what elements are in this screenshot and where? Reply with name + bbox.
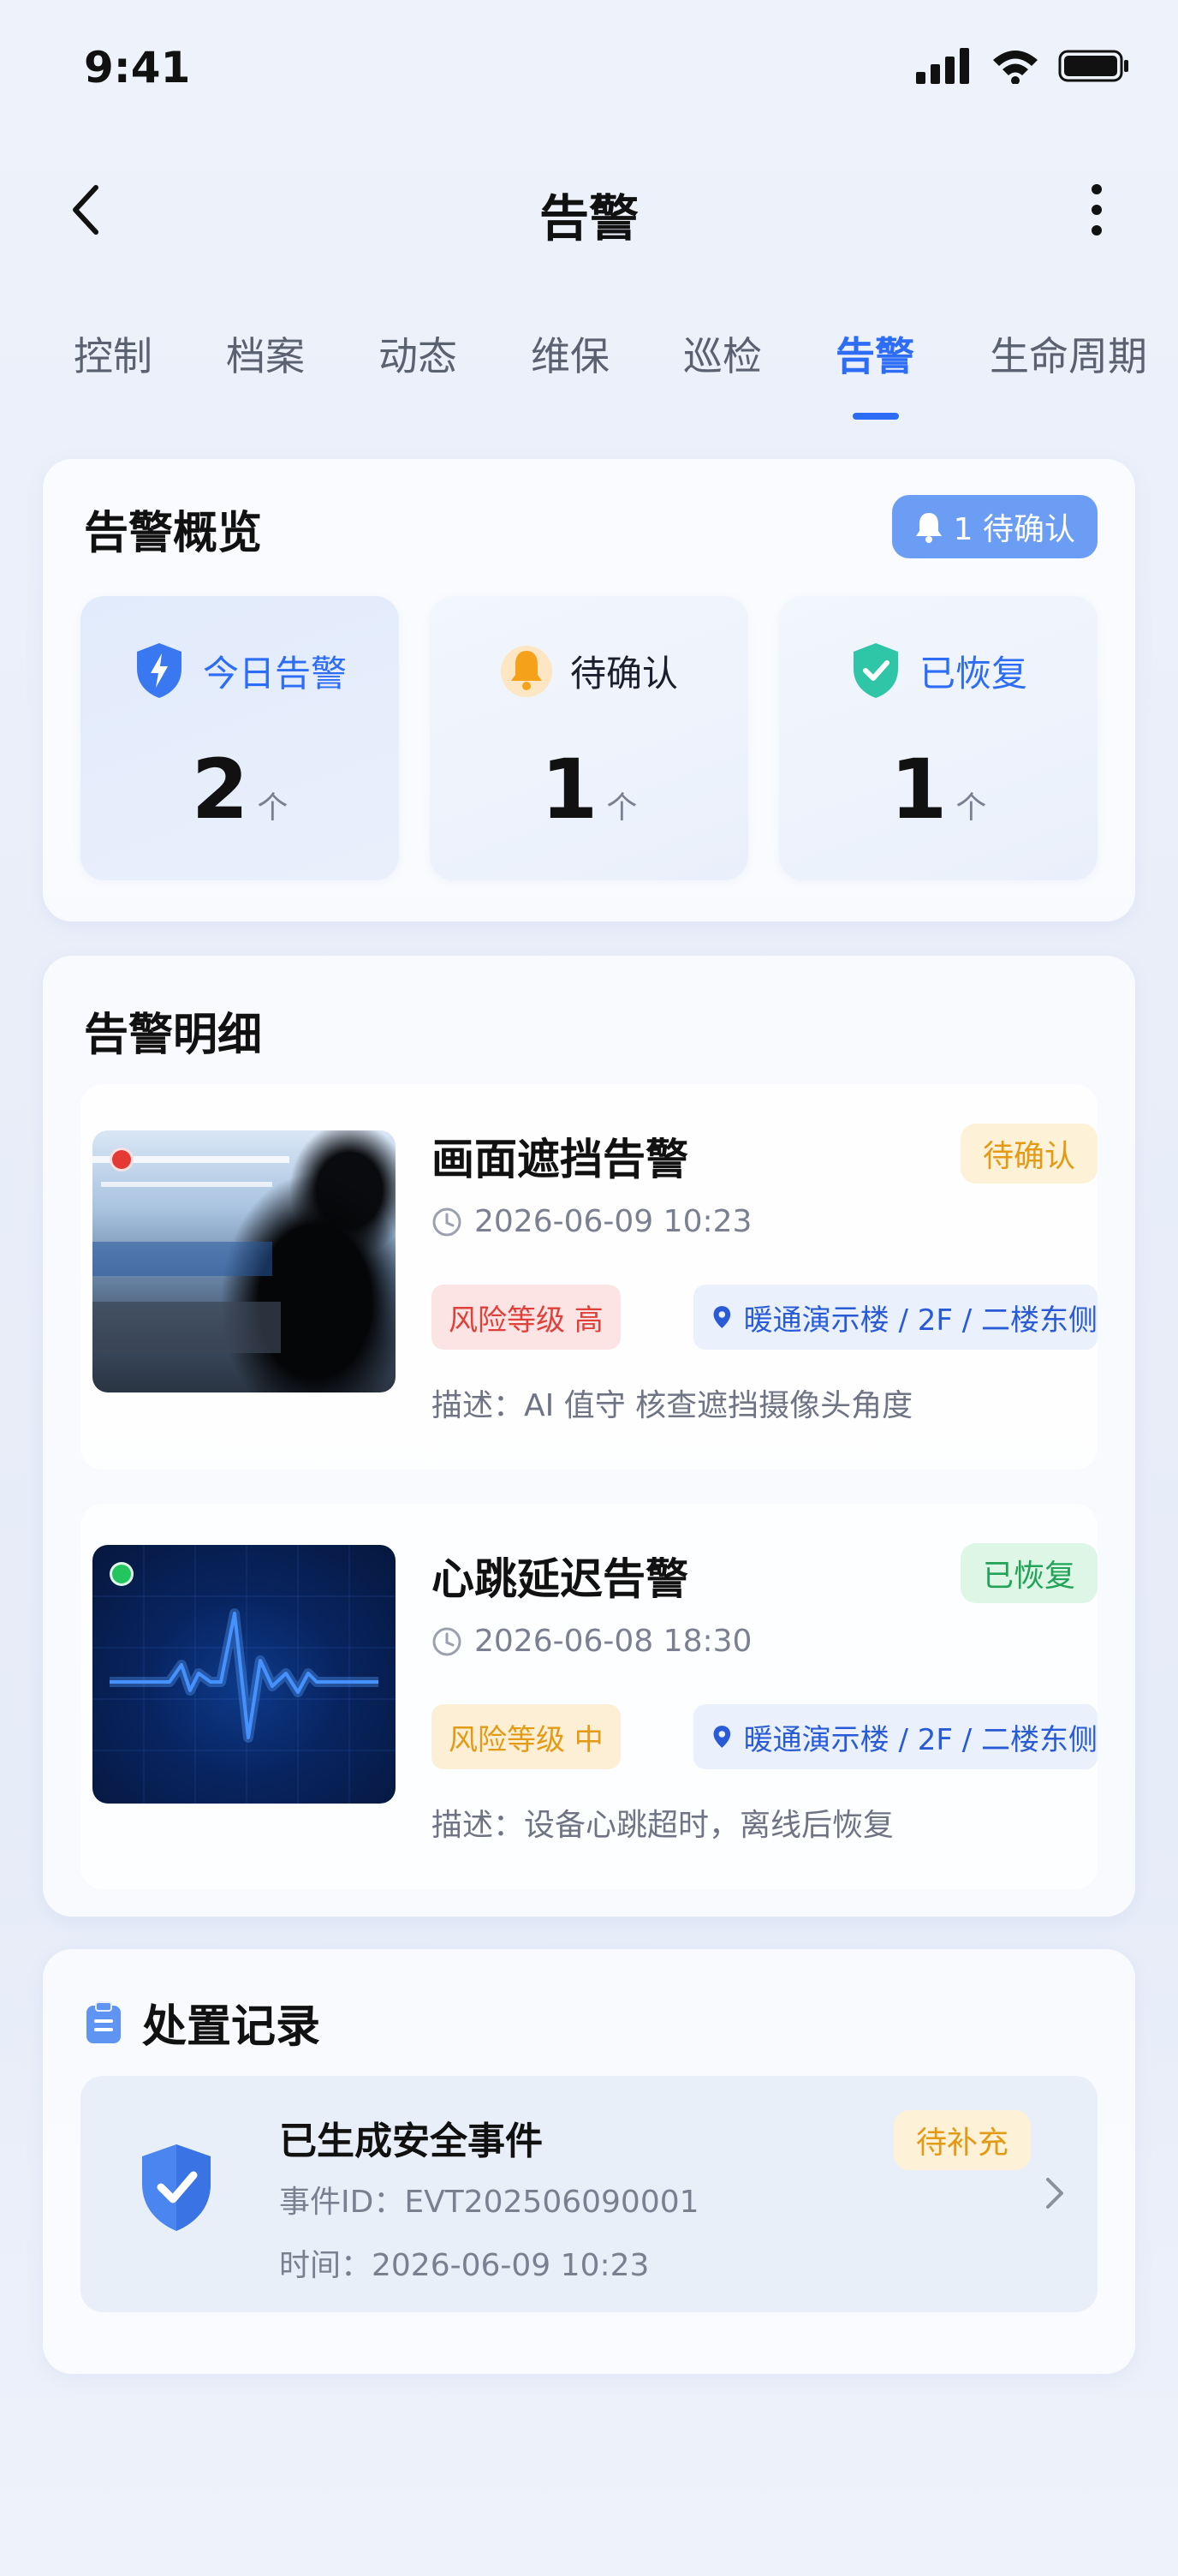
tab-archive[interactable]: 档案 bbox=[226, 325, 305, 382]
wifi-icon bbox=[993, 51, 1038, 84]
location-text: 暖通演示楼 / 2F / 二楼东侧 bbox=[743, 1722, 1098, 1757]
status-dot bbox=[110, 1148, 134, 1172]
clock-icon bbox=[432, 1208, 461, 1236]
location-tag[interactable]: 暖通演示楼 / 2F / 二楼东侧 bbox=[693, 1704, 1098, 1769]
shield-bolt-icon bbox=[136, 643, 181, 698]
alert-description: 描述：设备心跳超时，离线后恢复 bbox=[431, 1808, 895, 1843]
records-header: 处置记录 bbox=[84, 1990, 320, 2054]
stat-label: 今日告警 bbox=[202, 652, 347, 695]
overview-title: 告警概览 bbox=[84, 508, 263, 559]
status-time: 9:41 bbox=[84, 43, 191, 92]
more-dot-icon bbox=[1092, 205, 1102, 215]
shield-check-icon bbox=[142, 2144, 211, 2231]
tab-inspection[interactable]: 巡检 bbox=[683, 325, 762, 382]
risk-level-badge: 风险等级 高 bbox=[431, 1285, 621, 1350]
bell-icon bbox=[500, 646, 552, 697]
tab-lifecycle[interactable]: 生命周期 bbox=[990, 325, 1147, 382]
pending-pill-label: 1 待确认 bbox=[953, 512, 1075, 547]
more-options-button[interactable] bbox=[1084, 180, 1110, 240]
stat-number: 1 bbox=[889, 742, 948, 838]
record-name: 已生成安全事件 bbox=[279, 2120, 543, 2163]
record-list-item[interactable]: 已生成安全事件 待补充 事件ID：EVT202506090001 时间：2026… bbox=[80, 2076, 1098, 2312]
location-tag[interactable]: 暖通演示楼 / 2F / 二楼东侧 bbox=[693, 1285, 1098, 1350]
stat-label: 待确认 bbox=[569, 652, 678, 695]
alert-list-item[interactable]: 画面遮挡告警 待确认 2026-06-09 10:23 风险等级 高 暖通演示楼… bbox=[80, 1084, 1098, 1470]
heartbeat-waveform-image bbox=[92, 1545, 396, 1804]
nav-bar: 告警 bbox=[0, 163, 1178, 257]
stat-number: 2 bbox=[191, 742, 249, 838]
clipboard-icon bbox=[86, 2001, 121, 2043]
pending-confirm-pill[interactable]: 1 待确认 bbox=[891, 495, 1098, 558]
more-dot-icon bbox=[1092, 225, 1102, 236]
alert-overview-card: 告警概览 1 待确认 今日告警 2个 待确认 1 个 已恢复 1 个 bbox=[43, 459, 1135, 921]
clock-icon bbox=[432, 1627, 461, 1655]
stat-today-alerts[interactable]: 今日告警 2个 bbox=[80, 596, 399, 880]
stat-value: 2个 bbox=[80, 742, 399, 838]
location-pin-icon bbox=[713, 1726, 731, 1748]
stat-label: 已恢复 bbox=[919, 652, 1027, 695]
records-title: 处置记录 bbox=[142, 2001, 321, 2053]
battery-icon bbox=[1058, 50, 1128, 82]
tab-dynamic[interactable]: 动态 bbox=[378, 325, 457, 382]
page-title: 告警 bbox=[538, 189, 639, 247]
tab-alerts[interactable]: 告警 bbox=[836, 325, 914, 382]
stat-value: 1个 bbox=[430, 742, 748, 838]
location-text: 暖通演示楼 / 2F / 二楼东侧 bbox=[743, 1303, 1098, 1338]
stat-unit: 个 bbox=[606, 790, 638, 826]
chevron-right-icon bbox=[1038, 2172, 1072, 2215]
stat-unit: 个 bbox=[257, 790, 289, 826]
alert-description: 描述：AI 值守 核查遮挡摄像头角度 bbox=[431, 1388, 913, 1423]
status-badge: 已恢复 bbox=[960, 1543, 1098, 1603]
cellular-signal-icon bbox=[916, 48, 969, 84]
disposal-records-card: 处置记录 已生成安全事件 待补充 事件ID：EVT202506090001 时间… bbox=[43, 1949, 1135, 2374]
status-dot bbox=[110, 1562, 134, 1586]
status-bar: 9:41 bbox=[0, 0, 1178, 137]
record-time: 时间：2026-06-09 10:23 bbox=[279, 2248, 650, 2283]
alert-time: 2026-06-09 10:23 bbox=[431, 1204, 752, 1239]
alert-title: 心跳延迟告警 bbox=[431, 1554, 688, 1604]
alert-time: 2026-06-08 18:30 bbox=[431, 1624, 752, 1659]
status-badge: 待补充 bbox=[894, 2110, 1032, 2170]
tab-maintenance[interactable]: 维保 bbox=[531, 325, 610, 382]
tab-bar: 控制 档案 动态 维保 巡检 告警 生命周期 bbox=[0, 317, 1178, 420]
alert-list-item[interactable]: 心跳延迟告警 已恢复 2026-06-08 18:30 风险等级 中 暖通演示楼… bbox=[80, 1504, 1098, 1889]
stat-number: 1 bbox=[540, 742, 598, 838]
more-dot-icon bbox=[1092, 184, 1102, 194]
stat-pending-confirm[interactable]: 待确认 1个 bbox=[430, 596, 748, 880]
status-icons bbox=[916, 48, 1130, 84]
active-tab-indicator bbox=[853, 413, 899, 420]
alert-time-text: 2026-06-08 18:30 bbox=[474, 1624, 753, 1659]
alert-title: 画面遮挡告警 bbox=[431, 1135, 688, 1184]
bell-icon bbox=[915, 513, 942, 543]
location-pin-icon bbox=[713, 1306, 731, 1328]
grid-lines bbox=[92, 1545, 396, 1804]
shield-check-icon bbox=[853, 643, 898, 698]
tab-control[interactable]: 控制 bbox=[74, 325, 152, 382]
stat-recovered[interactable]: 已恢复 1个 bbox=[779, 596, 1098, 880]
alert-time-text: 2026-06-09 10:23 bbox=[474, 1204, 753, 1239]
stat-unit: 个 bbox=[955, 790, 987, 826]
record-event-id: 事件ID：EVT202506090001 bbox=[279, 2185, 699, 2220]
camera-occlusion-image bbox=[92, 1130, 396, 1392]
status-badge: 待确认 bbox=[960, 1124, 1098, 1184]
alert-details-card: 告警明细 画面遮挡告警 待确认 2026-06-09 10:23 风险等级 高 … bbox=[43, 956, 1135, 1917]
stat-value: 1个 bbox=[779, 742, 1098, 838]
risk-level-badge: 风险等级 中 bbox=[431, 1704, 621, 1769]
details-title: 告警明细 bbox=[84, 1010, 263, 1061]
